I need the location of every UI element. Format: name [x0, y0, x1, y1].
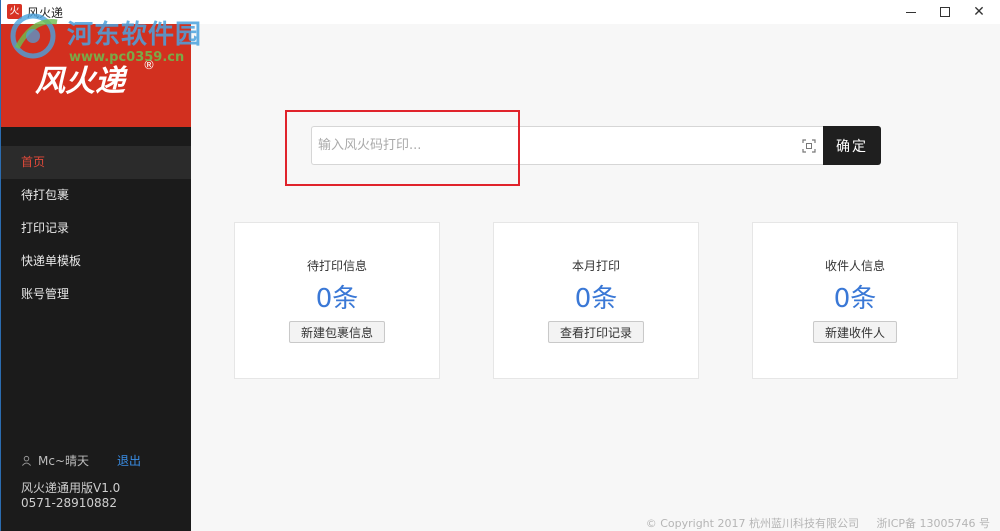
- sidebar-item-pending-packages[interactable]: 待打包裹: [1, 179, 191, 212]
- card-title: 收件人信息: [824, 259, 885, 273]
- scan-icon[interactable]: [802, 139, 816, 153]
- phone-number: 0571-28910882: [21, 496, 117, 510]
- copyright-text: © Copyright 2017 杭州蓝川科技有限公司: [645, 517, 859, 530]
- search-box: [311, 126, 824, 165]
- card-title: 本月打印: [571, 259, 620, 273]
- card-count: 0条: [315, 284, 359, 314]
- window-title: 风火递: [27, 6, 64, 20]
- sidebar-item-print-records[interactable]: 打印记录: [1, 212, 191, 245]
- close-button[interactable]: ✕: [956, 0, 1000, 24]
- view-print-records-button[interactable]: 查看打印记录: [547, 321, 645, 343]
- sidebar: 风火递 ® 首页 待打包裹 打印记录 快递单模板 账号管理 Mc~晴天 退出 风…: [1, 24, 191, 531]
- minimize-icon: [906, 11, 916, 13]
- icp-text: 浙ICP备 13005746 号: [876, 517, 990, 530]
- footer: © Copyright 2017 杭州蓝川科技有限公司 浙ICP备 130057…: [646, 515, 990, 531]
- card-recipient-info: 收件人信息 0条 新建收件人: [752, 222, 958, 379]
- user-info: Mc~晴天 退出: [21, 452, 141, 469]
- card-monthly-print: 本月打印 0条 查看打印记录: [493, 222, 699, 379]
- username: Mc~晴天: [38, 454, 90, 468]
- sidebar-item-account-management[interactable]: 账号管理: [1, 278, 191, 311]
- brand-logo-text: 风火递: [35, 64, 125, 99]
- app-logo-icon: 火: [7, 4, 22, 19]
- logout-link[interactable]: 退出: [117, 452, 141, 469]
- user-icon: [22, 455, 31, 466]
- sidebar-nav: 首页 待打包裹 打印记录 快递单模板 账号管理: [1, 146, 191, 311]
- card-pending-print: 待打印信息 0条 新建包裹信息: [234, 222, 440, 379]
- new-package-button[interactable]: 新建包裹信息: [288, 321, 386, 343]
- registered-mark: ®: [143, 58, 155, 72]
- card-count: 0条: [574, 284, 618, 314]
- card-count: 0条: [833, 284, 877, 314]
- confirm-button[interactable]: 确定: [823, 126, 881, 165]
- sidebar-item-waybill-templates[interactable]: 快递单模板: [1, 245, 191, 278]
- card-title: 待打印信息: [306, 259, 367, 273]
- main-content: 确定 待打印信息 0条 新建包裹信息 本月打印 0条 查看打印记录 收件人信息 …: [191, 24, 1000, 531]
- close-icon: ✕: [973, 4, 985, 20]
- title-bar[interactable]: 火 风火递 ✕: [1, 0, 1000, 24]
- new-recipient-button[interactable]: 新建收件人: [812, 321, 898, 343]
- version-text: 风火递通用版V1.0: [21, 481, 121, 495]
- brand-banner: 风火递 ®: [1, 24, 191, 127]
- sidebar-item-home[interactable]: 首页: [1, 146, 191, 179]
- maximize-icon: [940, 7, 950, 17]
- fenghuo-code-input[interactable]: [312, 127, 792, 164]
- app-window: 火 风火递 ✕ 河东软件园 www.pc0359.cn 风火递 ® 首页 待打包…: [0, 0, 1000, 531]
